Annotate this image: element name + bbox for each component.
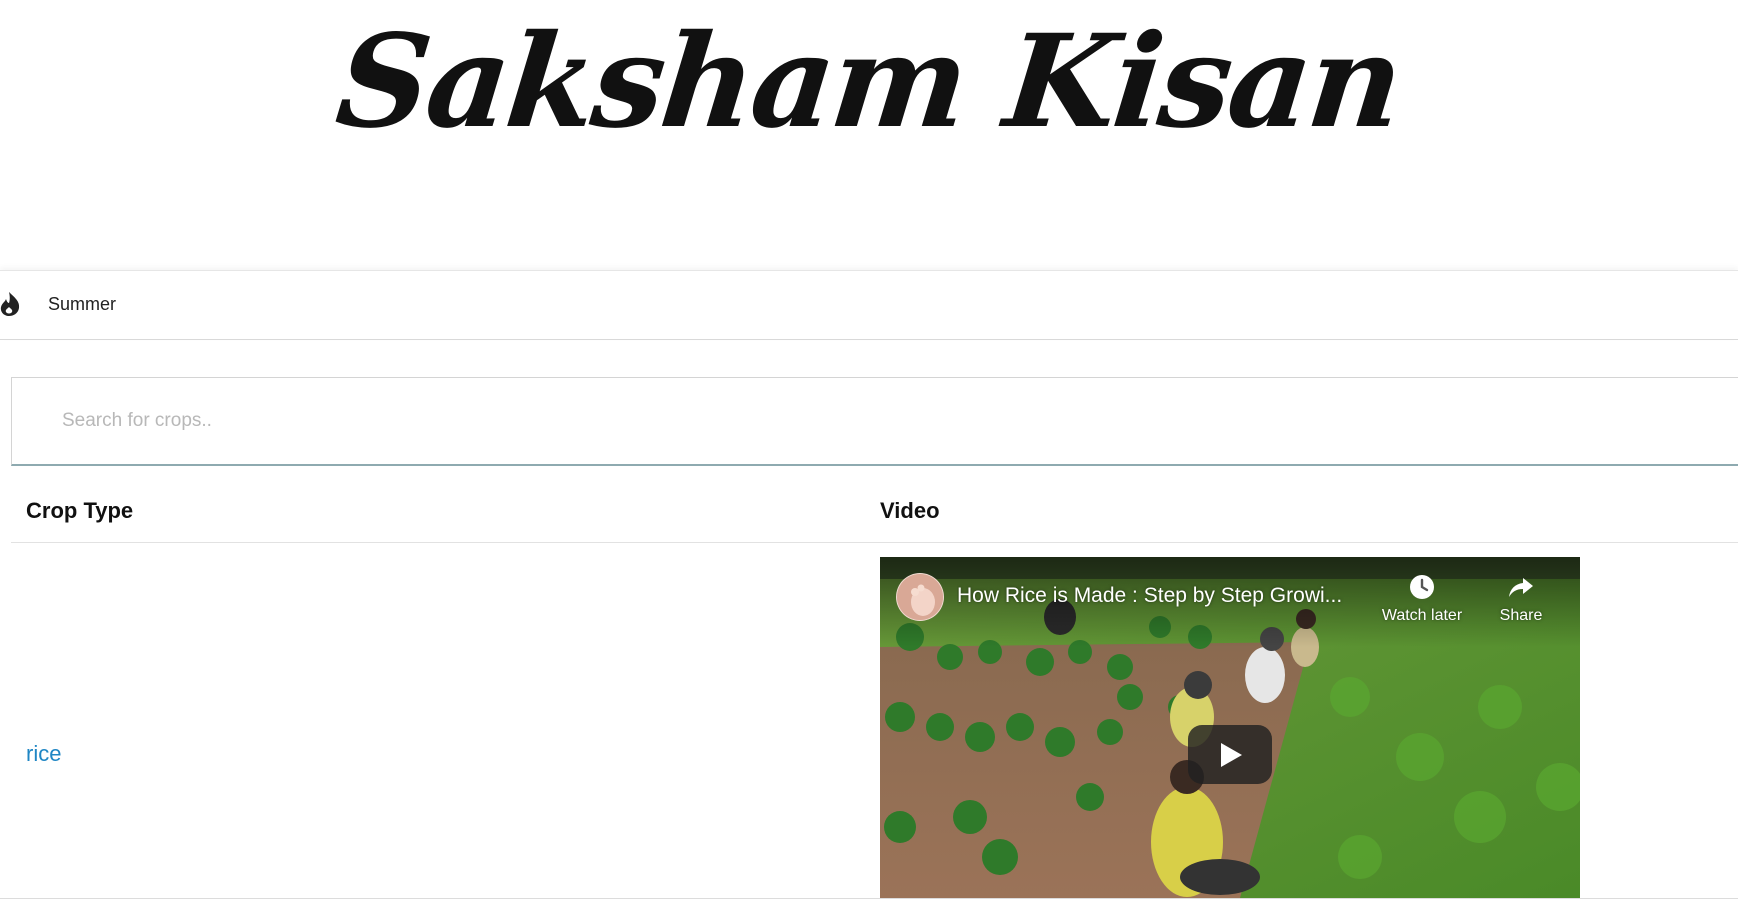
channel-avatar[interactable] xyxy=(896,573,944,621)
search-box xyxy=(11,377,1738,466)
clock-icon xyxy=(1408,573,1436,601)
share-label: Share xyxy=(1499,607,1543,624)
share-arrow-icon xyxy=(1507,573,1535,601)
video-title[interactable]: How Rice is Made : Step by Step Growi... xyxy=(957,584,1377,608)
site-logo: Saksham Kisan xyxy=(330,7,1408,157)
play-button[interactable] xyxy=(1188,725,1272,784)
play-icon xyxy=(1221,743,1242,767)
flame-icon xyxy=(0,291,22,317)
column-header-video: Video xyxy=(880,498,940,523)
crop-search-input[interactable] xyxy=(12,378,1738,464)
divider xyxy=(0,898,1738,899)
season-tab-summer[interactable]: Summer xyxy=(48,294,116,315)
watch-later-button[interactable]: Watch later xyxy=(1377,573,1467,625)
crop-link-rice[interactable]: rice xyxy=(26,741,61,767)
column-header-crop-type: Crop Type xyxy=(26,498,134,523)
video-player[interactable]: How Rice is Made : Step by Step Growi...… xyxy=(880,557,1580,898)
site-header: Saksham Kisan xyxy=(0,0,1738,200)
watch-later-label: Watch later xyxy=(1381,607,1463,624)
season-bar: Summer xyxy=(0,270,1738,340)
share-button[interactable]: Share xyxy=(1476,573,1566,625)
table-header: Crop Type Video xyxy=(11,490,1738,543)
